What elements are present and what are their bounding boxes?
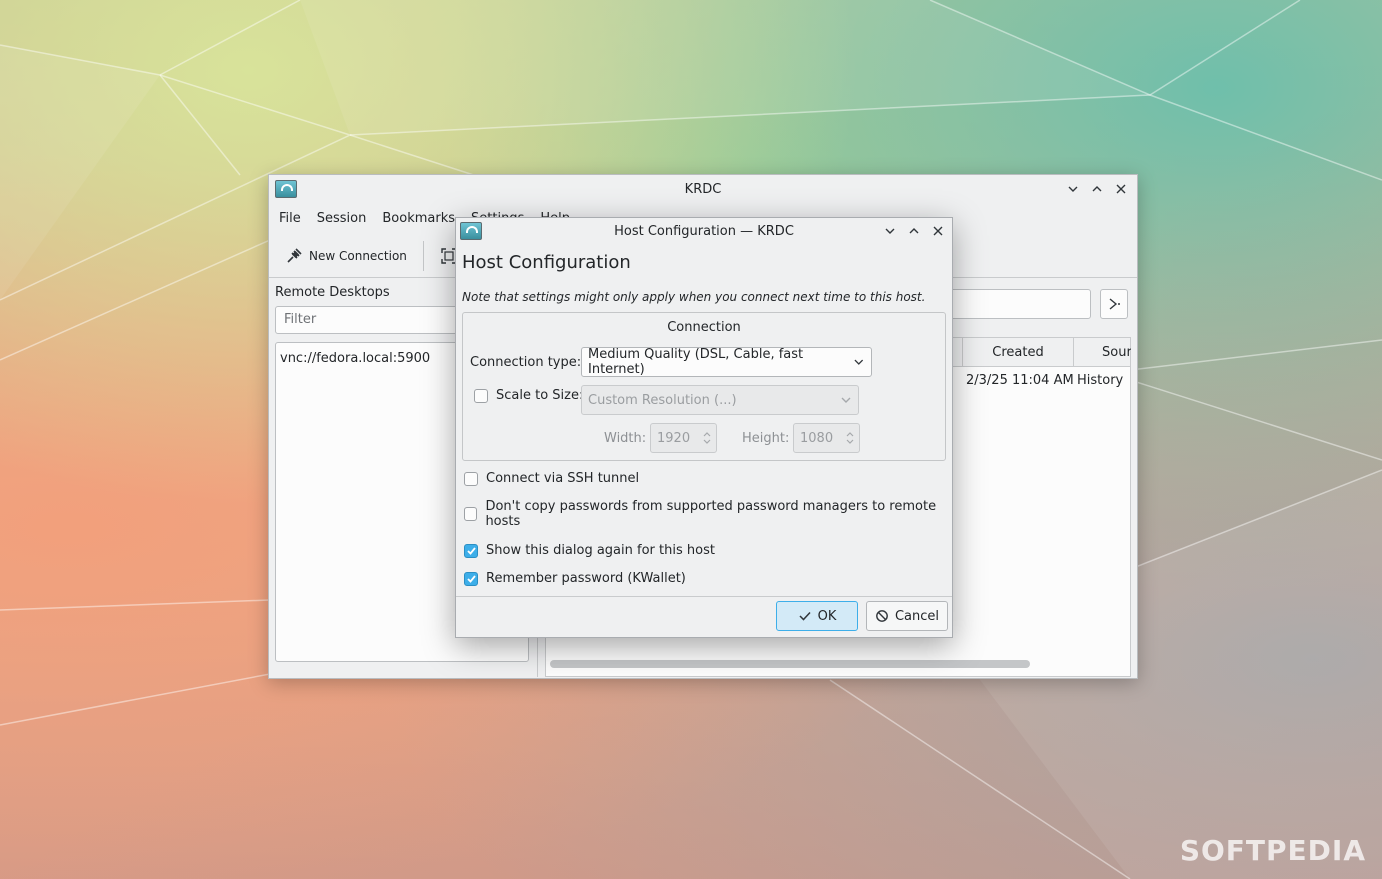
ssh-tunnel-checkbox[interactable]: [464, 471, 478, 486]
menu-file[interactable]: File: [271, 207, 309, 230]
toolbar-separator: [422, 241, 424, 271]
close-icon[interactable]: [1111, 179, 1131, 199]
connection-group: Connection Connection type: Medium Quali…: [462, 312, 946, 461]
chevron-down-icon: [841, 397, 851, 403]
column-header-created[interactable]: Created: [962, 338, 1073, 366]
dialog-title: Host Configuration — KRDC: [614, 223, 794, 239]
cell-created: 2/3/25 11:04 AM: [966, 373, 1074, 388]
column-header-source[interactable]: Sour: [1073, 338, 1131, 366]
close-icon[interactable]: [928, 221, 948, 241]
no-copy-passwords-row[interactable]: Don't copy passwords from supported pass…: [464, 499, 952, 529]
checkmark-icon: [799, 611, 811, 621]
main-window-title: KRDC: [684, 181, 722, 197]
cancel-label: Cancel: [894, 608, 940, 624]
resolution-select[interactable]: Custom Resolution (...): [581, 385, 859, 415]
spin-arrows-icon: [846, 432, 854, 444]
connect-arrow-icon: [1109, 298, 1120, 310]
resolution-value: Custom Resolution (...): [588, 392, 737, 408]
maximize-icon[interactable]: [1087, 179, 1107, 199]
scale-to-size-label: Scale to Size:: [496, 388, 584, 403]
krdc-app-icon: [460, 222, 482, 240]
dialog-note: Note that settings might only apply when…: [462, 290, 926, 304]
minimize-icon[interactable]: [880, 221, 900, 241]
scale-to-size-checkbox[interactable]: [474, 388, 488, 403]
maximize-icon[interactable]: [904, 221, 924, 241]
horizontal-scrollbar[interactable]: [550, 660, 1030, 668]
connection-group-title: Connection: [667, 320, 741, 335]
menu-session[interactable]: Session: [309, 207, 375, 230]
ssh-tunnel-label: Connect via SSH tunnel: [486, 471, 640, 486]
height-spinbox[interactable]: 1080: [793, 423, 860, 453]
no-copy-passwords-checkbox[interactable]: [464, 507, 478, 521]
main-titlebar[interactable]: KRDC: [269, 175, 1137, 203]
menu-bookmarks[interactable]: Bookmarks: [374, 207, 463, 230]
width-value: 1920: [657, 430, 691, 446]
width-spinbox[interactable]: 1920: [650, 423, 717, 453]
minimize-icon[interactable]: [1063, 179, 1083, 199]
width-label: Width:: [604, 431, 647, 446]
dialog-titlebar[interactable]: Host Configuration — KRDC: [456, 218, 952, 244]
ok-button[interactable]: OK: [776, 601, 858, 631]
show-dialog-again-checkbox[interactable]: [464, 543, 478, 558]
show-dialog-again-row[interactable]: Show this dialog again for this host: [464, 543, 715, 558]
spin-arrows-icon: [703, 432, 711, 444]
softpedia-watermark: SOFTPEDIA: [1179, 834, 1366, 867]
cancel-icon: [876, 610, 888, 622]
checkmark-icon: [466, 575, 476, 583]
plug-icon: [287, 248, 302, 263]
remember-password-checkbox[interactable]: [464, 571, 478, 586]
new-connection-button[interactable]: New Connection: [277, 243, 415, 269]
cancel-button[interactable]: Cancel: [866, 601, 948, 631]
height-label: Height:: [742, 431, 790, 446]
cell-source: History: [1077, 373, 1124, 388]
connection-type-select[interactable]: Medium Quality (DSL, Cable, fast Interne…: [581, 347, 872, 377]
connect-button[interactable]: [1100, 289, 1128, 319]
toolbar: New Connection: [277, 239, 466, 273]
scale-to-size-row[interactable]: Scale to Size:: [474, 388, 583, 403]
chevron-down-icon: [854, 359, 864, 365]
remember-password-label: Remember password (KWallet): [486, 571, 686, 586]
show-dialog-again-label: Show this dialog again for this host: [486, 543, 715, 558]
height-value: 1080: [800, 430, 834, 446]
connection-type-label: Connection type:: [470, 355, 582, 370]
host-configuration-dialog: Host Configuration — KRDC Host Configura…: [455, 217, 953, 638]
button-divider: [456, 596, 952, 597]
remember-password-row[interactable]: Remember password (KWallet): [464, 571, 686, 586]
krdc-app-icon: [275, 180, 297, 198]
ssh-tunnel-row[interactable]: Connect via SSH tunnel: [464, 471, 639, 486]
ok-label: OK: [817, 608, 837, 624]
dialog-heading: Host Configuration: [462, 252, 631, 273]
new-connection-label: New Connection: [309, 249, 407, 263]
no-copy-passwords-label: Don't copy passwords from supported pass…: [485, 499, 937, 529]
checkmark-icon: [466, 547, 476, 555]
connection-type-value: Medium Quality (DSL, Cable, fast Interne…: [588, 347, 804, 377]
